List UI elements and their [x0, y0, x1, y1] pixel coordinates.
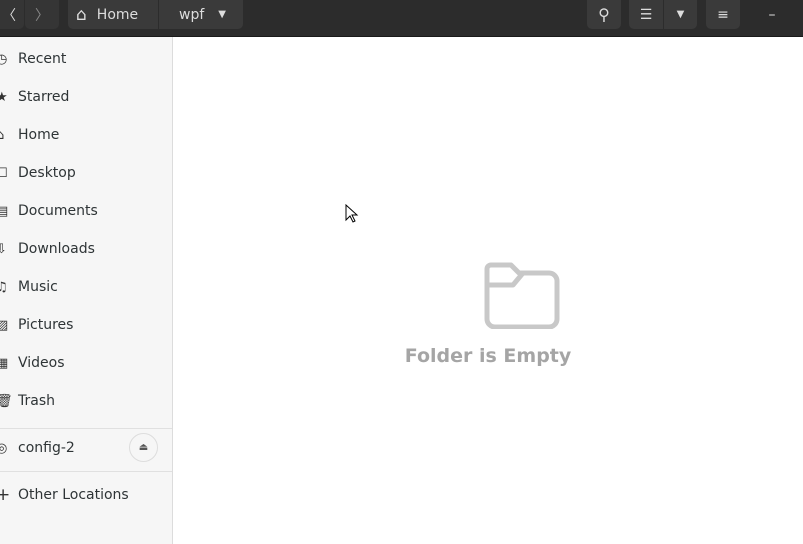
- sidebar-item-trash[interactable]: 🗑 Trash: [0, 386, 172, 416]
- star-icon: ★: [0, 89, 8, 105]
- sidebar-item-starred[interactable]: ★ Starred: [0, 82, 172, 112]
- home-icon: ⌂: [76, 4, 87, 25]
- header-bar: 〈 〉 ⌂ Home wpf ▼ ⚲ ☰ ▼ ≡ –: [0, 0, 803, 37]
- sidebar-item-recent[interactable]: ◷ Recent: [0, 44, 172, 74]
- sidebar-item-desktop[interactable]: ☐ Desktop: [0, 158, 172, 188]
- folder-icon: [484, 262, 560, 329]
- sidebar-item-other-locations[interactable]: + Other Locations: [0, 480, 172, 510]
- picture-icon: ▨: [0, 317, 9, 333]
- search-button[interactable]: ⚲: [587, 0, 621, 29]
- caret-down-icon: ▼: [676, 9, 685, 20]
- home-icon: ⌂: [0, 127, 5, 143]
- music-icon: ♫: [0, 279, 8, 295]
- sidebar-item-home[interactable]: ⌂ Home: [0, 120, 172, 150]
- minimize-button[interactable]: –: [757, 0, 787, 29]
- view-options-button[interactable]: ▼: [664, 0, 697, 29]
- breadcrumb-home[interactable]: ⌂ Home: [68, 0, 158, 29]
- clock-icon: ◷: [0, 51, 8, 67]
- back-button[interactable]: 〈: [0, 0, 24, 29]
- sidebar-item-documents[interactable]: ▤ Documents: [0, 196, 172, 226]
- hamburger-icon: ≡: [717, 6, 729, 23]
- breadcrumb-wpf[interactable]: wpf ▼: [159, 0, 243, 29]
- disc-icon: ◎: [0, 440, 8, 456]
- video-icon: ▦: [0, 355, 9, 371]
- empty-folder-message: Folder is Empty: [404, 345, 572, 367]
- chevron-right-icon: 〉: [35, 7, 49, 24]
- desktop-icon: ☐: [0, 165, 8, 181]
- download-icon: ⇩: [0, 241, 7, 257]
- sidebar-item-music[interactable]: ♫ Music: [0, 272, 172, 302]
- mouse-cursor-icon: [345, 204, 359, 223]
- sidebar-item-pictures[interactable]: ▨ Pictures: [0, 310, 172, 340]
- sidebar-item-config-2[interactable]: ◎ config-2 ⏏: [0, 433, 172, 463]
- chevron-left-icon: 〈: [2, 7, 16, 24]
- eject-button[interactable]: ⏏: [129, 433, 158, 462]
- trash-icon: 🗑: [0, 393, 13, 409]
- divider: [0, 428, 172, 429]
- sidebar-item-videos[interactable]: ▦ Videos: [0, 348, 172, 378]
- plus-icon: +: [0, 485, 11, 505]
- sidebar: ◎ config-2 ⏏ + Other Locations ◷ Recent ★ S…: [0, 37, 173, 544]
- forward-button[interactable]: 〉: [25, 0, 59, 29]
- list-view-button[interactable]: ☰: [629, 0, 663, 29]
- divider: [0, 471, 172, 472]
- search-icon: ⚲: [598, 5, 610, 24]
- minimize-icon: –: [768, 6, 776, 23]
- document-icon: ▤: [0, 203, 9, 219]
- list-icon: ☰: [639, 6, 653, 23]
- caret-down-icon: ▼: [218, 9, 226, 20]
- file-view[interactable]: Folder is Empty: [173, 37, 803, 544]
- sidebar-item-downloads[interactable]: ⇩ Downloads: [0, 234, 172, 264]
- menu-button[interactable]: ≡: [706, 0, 740, 29]
